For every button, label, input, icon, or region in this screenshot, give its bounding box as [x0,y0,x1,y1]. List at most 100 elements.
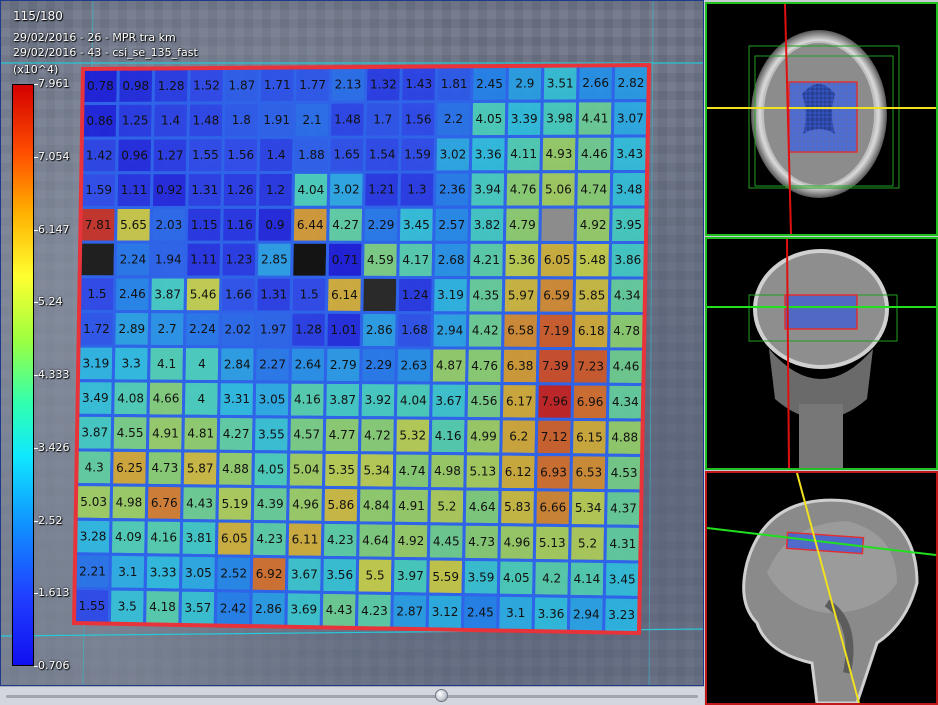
grid-cell-value: 6.53 [575,466,602,480]
grid-cell-value: 4.05 [476,112,503,126]
grid-cell-value: 7.23 [577,359,604,373]
grid-cell-value: 4.2 [542,571,561,585]
grid-cell-value: 5.35 [328,463,355,477]
grid-cell[interactable] [360,275,400,315]
grid-cell-value: 5.83 [504,500,531,514]
grid-cell-value: 2.84 [224,357,251,371]
color-scale-label: 7.961 [38,77,70,90]
scroll-thumb[interactable] [435,689,449,702]
grid-cell-value: 6.25 [116,461,143,475]
grid-cell-value: 4.05 [503,571,530,585]
grid-cell-value: 3.55 [258,427,285,441]
grid-cell-value: 2.29 [365,358,392,372]
grid-cell-value: 6.58 [507,324,534,338]
grid-cell-value: 6.2 [509,430,528,444]
grid-cell-value: 5.85 [579,289,606,303]
color-scale-label: 1.613 [38,586,70,600]
grid-cell-value: 6.38 [507,359,534,373]
grid-cell-value: 4.23 [361,604,388,618]
grid-cell-value: 2.52 [220,567,247,581]
grid-cell-value: 2.13 [335,78,362,92]
grid-cell-value: 3.67 [435,394,462,408]
grid-cell-value: 1.23 [226,253,253,267]
grid-cell-value: 2.63 [401,358,428,372]
grid-cell-value: 1.27 [157,148,184,162]
series-label-csi: 29/02/2016 - 43 - csi_se_135_fast [13,46,198,59]
grid-cell-value: 3.67 [291,568,318,582]
grid-cell-value: 4.57 [293,428,320,442]
grid-cell-value: 4.53 [611,466,638,480]
grid-cell-value: 4.81 [187,427,214,441]
grid-cell-value: 6.92 [256,567,283,581]
grid-cell-value: 3.48 [616,182,643,196]
grid-cell-value: 3.12 [432,605,459,619]
grid-cell-value: 2.45 [476,77,503,91]
grid-cell-value: 4.74 [399,464,426,478]
grid-cell-value: 5.5 [366,569,385,583]
grid-cell-value: 4.77 [329,428,356,442]
grid-cell-value: 4.76 [471,359,498,373]
grid-cell-value: 3.56 [326,568,353,582]
grid-cell-value: 1.42 [86,149,113,163]
grid-cell-value: 5.86 [328,498,355,512]
grid-cell-value: 2.9 [515,77,534,91]
grid-cell-value: 1.54 [369,148,396,162]
grid-cell-value: 3.95 [615,218,642,232]
csi-metabolite-grid[interactable]: 0.78 0.98 1.28 1.52 1.87 1.71 1.77 2.13 1.32 1.43… [1,1,704,686]
grid-cell-value: 4.64 [469,500,496,514]
grid-cell-value: 3.39 [511,112,538,126]
grid-cell-value: 2.57 [438,218,465,232]
grid-cell-value: 0.9 [265,218,284,232]
grid-cell-value: 4.1 [157,357,176,371]
grid-cell-value: 4.23 [256,532,283,546]
grid-cell-value: 2.42 [220,601,247,615]
sagittal-view[interactable] [705,471,938,705]
grid-cell-value: 4.88 [222,462,249,476]
grid-cell-value: 7.81 [85,218,112,232]
grid-cell-value: 3.05 [185,566,212,580]
grid-cell-value: 2.24 [120,253,147,267]
grid-cell-value: 3.43 [616,147,643,161]
grid-cell-value: 4.64 [362,534,389,548]
grid-cell[interactable] [538,205,578,244]
grid-cell-value: 1.55 [192,148,219,162]
grid-cell-value: 4.96 [504,536,531,550]
grid-cell-value: 1.72 [83,322,110,336]
grid-cell-value: 6.18 [578,324,605,338]
grid-cell-value: 1.21 [368,183,395,197]
grid-cell-value: 5.2 [437,499,456,513]
grid-cell-value: 6.44 [297,218,324,232]
grid-cell-value: 3.51 [547,76,574,90]
grid-cell-value: 4.55 [117,426,144,440]
grid-cell-value: 5.46 [190,287,217,301]
grid-cell[interactable] [78,240,118,279]
grid-cell-value: 5.34 [575,501,602,515]
grid-cell-value: 5.13 [539,536,566,550]
grid-cell[interactable] [290,240,330,279]
grid-cell-value: 4.23 [327,533,354,547]
main-csi-viewport[interactable]: 0.78 0.98 1.28 1.52 1.87 1.71 1.77 2.13 1.32 1.43… [0,0,704,686]
grid-cell-value: 1.94 [155,253,182,267]
grid-cell-value: 5.34 [363,463,390,477]
grid-cell-value: 4.05 [257,462,284,476]
coronal-neck [799,404,843,468]
grid-cell-value: 1.43 [405,77,432,91]
grid-cell-value: 2.2 [444,112,463,126]
scroll-track[interactable] [6,695,698,698]
grid-cell-value: 1.11 [190,253,217,267]
grid-cell-value: 1.25 [122,114,149,128]
grid-cell-value: 6.66 [540,501,567,515]
grid-cell-value: 6.93 [540,465,567,479]
axial-view[interactable] [705,2,938,236]
grid-cell-value: 1.32 [370,77,397,91]
grid-cell-value: 4.43 [326,603,353,617]
grid-cell-value: 5.87 [187,462,214,476]
grid-cell-value: 4.04 [400,393,427,407]
coronal-view[interactable] [705,237,938,470]
grid-cell-value: 5.65 [120,218,147,232]
grid-cell-value: 6.59 [543,288,570,302]
grid-cell-value: 4.16 [435,429,462,443]
grid-cell-value: 2.87 [396,604,423,618]
grid-cell-value: 5.32 [399,429,426,443]
slice-scrollbar[interactable] [0,686,704,705]
